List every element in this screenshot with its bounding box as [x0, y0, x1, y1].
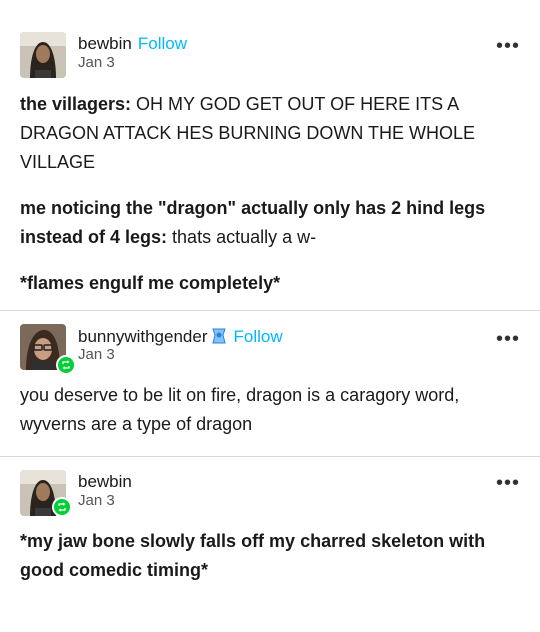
reblog-icon	[56, 355, 76, 375]
post-paragraph: the villagers: OH MY GOD GET OUT OF HERE…	[20, 90, 520, 177]
avatar-bewbin[interactable]	[20, 32, 66, 78]
more-options-icon[interactable]: •••	[496, 36, 520, 56]
post-bold-text: *my jaw bone slowly falls off my charred…	[20, 531, 486, 580]
post-paragraph: *my jaw bone slowly falls off my charred…	[20, 527, 520, 585]
post-date: Jan 3	[78, 54, 115, 71]
follow-button[interactable]: Follow	[233, 327, 282, 346]
post-date: Jan 3	[78, 492, 115, 509]
post-header: bewbin Follow Jan 3 •••	[20, 0, 520, 78]
post-text: you deserve to be lit on fire, dragon is…	[20, 385, 460, 434]
username-text[interactable]: bewbin	[78, 34, 132, 53]
post-1: bewbin Follow Jan 3 ••• the villagers: OH…	[0, 0, 540, 310]
follow-button[interactable]: Follow	[138, 34, 187, 53]
post-paragraph: you deserve to be lit on fire, dragon is…	[20, 381, 520, 439]
post-2: bunnywithgender Follow Jan 3 ••• you des…	[0, 310, 540, 456]
post-paragraph: *flames engulf me completely*	[20, 269, 520, 298]
post-header: bunnywithgender Follow Jan 3 •••	[20, 311, 520, 381]
verified-badge-icon	[211, 327, 227, 350]
post-header: bewbin Jan 3 •••	[20, 457, 520, 527]
username[interactable]: bewbin Follow	[78, 34, 187, 54]
reblog-icon	[52, 497, 72, 517]
username[interactable]: bewbin	[78, 472, 132, 492]
post-date: Jan 3	[78, 346, 115, 363]
post-bold-text: the villagers:	[20, 94, 132, 114]
username-text[interactable]: bewbin	[78, 472, 132, 491]
more-options-icon[interactable]: •••	[496, 329, 520, 349]
post-bold-text: *flames engulf me completely*	[20, 273, 281, 293]
post-paragraph: me noticing the "dragon" actually only h…	[20, 194, 520, 252]
more-options-icon[interactable]: •••	[496, 473, 520, 493]
username-text[interactable]: bunnywithgender	[78, 327, 207, 346]
post-text: thats actually a w-	[167, 227, 317, 247]
post-3: bewbin Jan 3 ••• *my jaw bone slowly fal…	[0, 456, 540, 632]
